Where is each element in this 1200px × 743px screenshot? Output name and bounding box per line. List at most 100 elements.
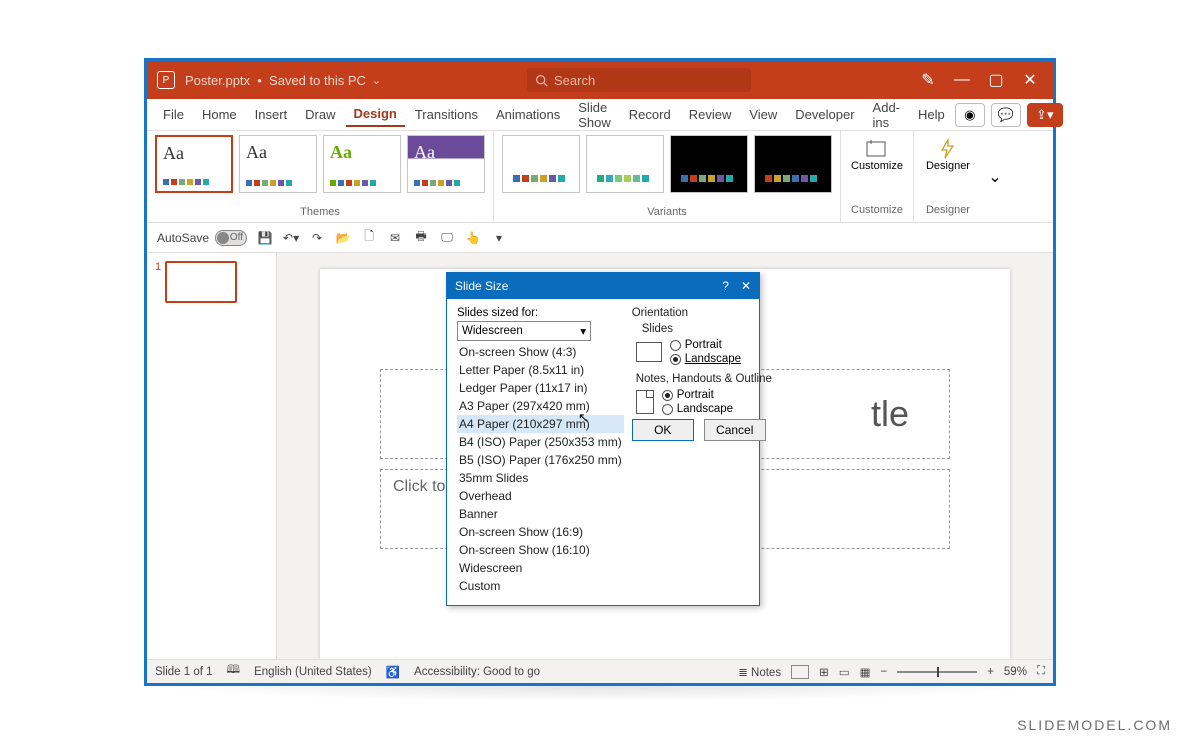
email-icon[interactable]: ✉ [387,230,403,246]
lightning-icon [938,138,958,160]
zoom-out-icon[interactable]: − [880,666,887,678]
ok-button[interactable]: OK [632,419,694,441]
size-option[interactable]: Letter Paper (8.5x11 in) [457,361,624,379]
size-option[interactable]: Widescreen [457,559,624,577]
reading-view-icon[interactable]: ▭ [839,665,850,679]
size-option[interactable]: A3 Paper (297x420 mm) [457,397,624,415]
menu-view[interactable]: View [741,103,785,126]
themes-gallery[interactable]: Aa Aa Aa Aa [155,135,485,193]
slide-size-dialog: Slide Size ? ✕ Slides sized for: Widescr… [446,272,760,606]
variant-card[interactable] [670,135,748,193]
quickprint-icon[interactable]: 🖶 [413,230,429,246]
share-button[interactable]: ⇪▾ [1027,103,1063,127]
ribbon-collapse-icon[interactable]: ⌄ [982,131,1008,222]
chevron-down-icon: ▾ [580,324,586,338]
theme-card[interactable]: Aa [323,135,401,193]
size-option[interactable]: Banner [457,505,624,523]
file-name[interactable]: Poster.pptx • Saved to this PC [185,73,366,88]
slides-portrait-radio[interactable]: Portrait [670,339,741,351]
sized-for-select[interactable]: Widescreen ▾ [457,321,591,341]
slide-landscape-icon [636,342,662,362]
comments-button[interactable]: 💬 [991,103,1021,127]
size-option[interactable]: Ledger Paper (11x17 in) [457,379,624,397]
printpreview-icon[interactable]: 🖵 [439,230,455,246]
undo-icon[interactable]: ↶▾ [283,230,299,246]
slideshow-view-icon[interactable]: ▦ [860,665,871,679]
redo-icon[interactable]: ↷ [309,230,325,246]
sorter-view-icon[interactable]: ⊞ [819,665,829,679]
menu-review[interactable]: Review [681,103,740,126]
help-icon[interactable]: ? [722,279,729,293]
zoom-level[interactable]: 59% [1004,666,1027,678]
zoom-slider[interactable] [897,671,977,673]
variant-card[interactable] [586,135,664,193]
ribbon: Aa Aa Aa Aa Themes Variants Customize Cu… [147,131,1053,223]
size-option[interactable]: Overhead [457,487,624,505]
menu-insert[interactable]: Insert [247,103,296,126]
language-label[interactable]: English (United States) [254,666,372,678]
new-icon[interactable]: 🗋 [361,230,377,246]
menu-help[interactable]: Help [910,103,953,126]
sized-for-label: Slides sized for: [457,307,624,319]
maximize-button[interactable]: ▢ [979,61,1013,99]
close-button[interactable]: ✕ [1013,61,1047,99]
zoom-in-icon[interactable]: + [987,666,994,678]
spellcheck-icon[interactable]: 🕮 [227,662,241,681]
fit-icon[interactable]: ⛶ [1037,665,1045,678]
more-icon[interactable]: ▾ [491,230,507,246]
minimize-button[interactable]: — [945,61,979,99]
record-button[interactable]: ◉ [955,103,985,127]
menu-developer[interactable]: Developer [787,103,862,126]
customize-button[interactable]: Customize [853,135,901,175]
slides-label: Slides [636,323,776,335]
pen-icon[interactable]: ✎ [911,61,945,99]
quick-access-toolbar: AutoSave Off 💾 ↶▾ ↷ 📂 🗋 ✉ 🖶 🖵 👆 ▾ [147,223,1053,253]
notes-portrait-radio[interactable]: Portrait [662,389,733,401]
notes-button[interactable]: ≣ Notes [738,665,781,679]
slide-thumbnail[interactable] [165,261,237,303]
designer-label: Designer [926,204,970,218]
variant-card[interactable] [502,135,580,193]
chevron-down-icon[interactable]: ⌄ [372,74,381,87]
dialog-close-icon[interactable]: ✕ [741,279,751,293]
menu-file[interactable]: File [155,103,192,126]
size-option[interactable]: On-screen Show (16:10) [457,541,624,559]
theme-card[interactable]: Aa [239,135,317,193]
powerpoint-icon: P [157,71,175,89]
autosave-toggle[interactable]: AutoSave Off [157,230,247,246]
menu-transitions[interactable]: Transitions [407,103,486,126]
size-option[interactable]: On-screen Show (16:9) [457,523,624,541]
notes-landscape-radio[interactable]: Landscape [662,403,733,415]
menu-design[interactable]: Design [346,102,405,127]
search-input[interactable]: Search [527,68,751,92]
open-icon[interactable]: 📂 [335,230,351,246]
save-icon[interactable]: 💾 [257,230,273,246]
size-option[interactable]: 35mm Slides [457,469,624,487]
size-option[interactable]: B5 (ISO) Paper (176x250 mm) [457,451,624,469]
dialog-titlebar[interactable]: Slide Size ? ✕ [447,273,759,299]
slide-counter[interactable]: Slide 1 of 1 [155,666,213,678]
designer-button[interactable]: Designer [924,135,972,175]
accessibility-icon[interactable]: ♿ [386,665,400,679]
theme-card[interactable]: Aa [407,135,485,193]
size-option[interactable]: B4 (ISO) Paper (250x353 mm) [457,433,624,451]
menu-draw[interactable]: Draw [297,103,343,126]
menu-addins[interactable]: Add-ins [865,96,908,134]
cancel-button[interactable]: Cancel [704,419,766,441]
menu-home[interactable]: Home [194,103,245,126]
menu-slideshow[interactable]: Slide Show [570,96,619,134]
menu-record[interactable]: Record [621,103,679,126]
touch-icon[interactable]: 👆 [465,230,481,246]
size-option[interactable]: Custom [457,577,624,595]
slides-landscape-radio[interactable]: Landscape [670,353,741,365]
normal-view-icon[interactable] [791,665,809,679]
menu-animations[interactable]: Animations [488,103,568,126]
variants-gallery[interactable] [502,135,832,193]
size-option[interactable]: A4 Paper (210x297 mm) [457,415,624,433]
theme-card[interactable]: Aa [155,135,233,193]
size-option[interactable]: On-screen Show (4:3) [457,343,624,361]
themes-label: Themes [155,206,485,220]
variant-card[interactable] [754,135,832,193]
orientation-label: Orientation [632,307,776,319]
accessibility-label[interactable]: Accessibility: Good to go [414,666,540,678]
